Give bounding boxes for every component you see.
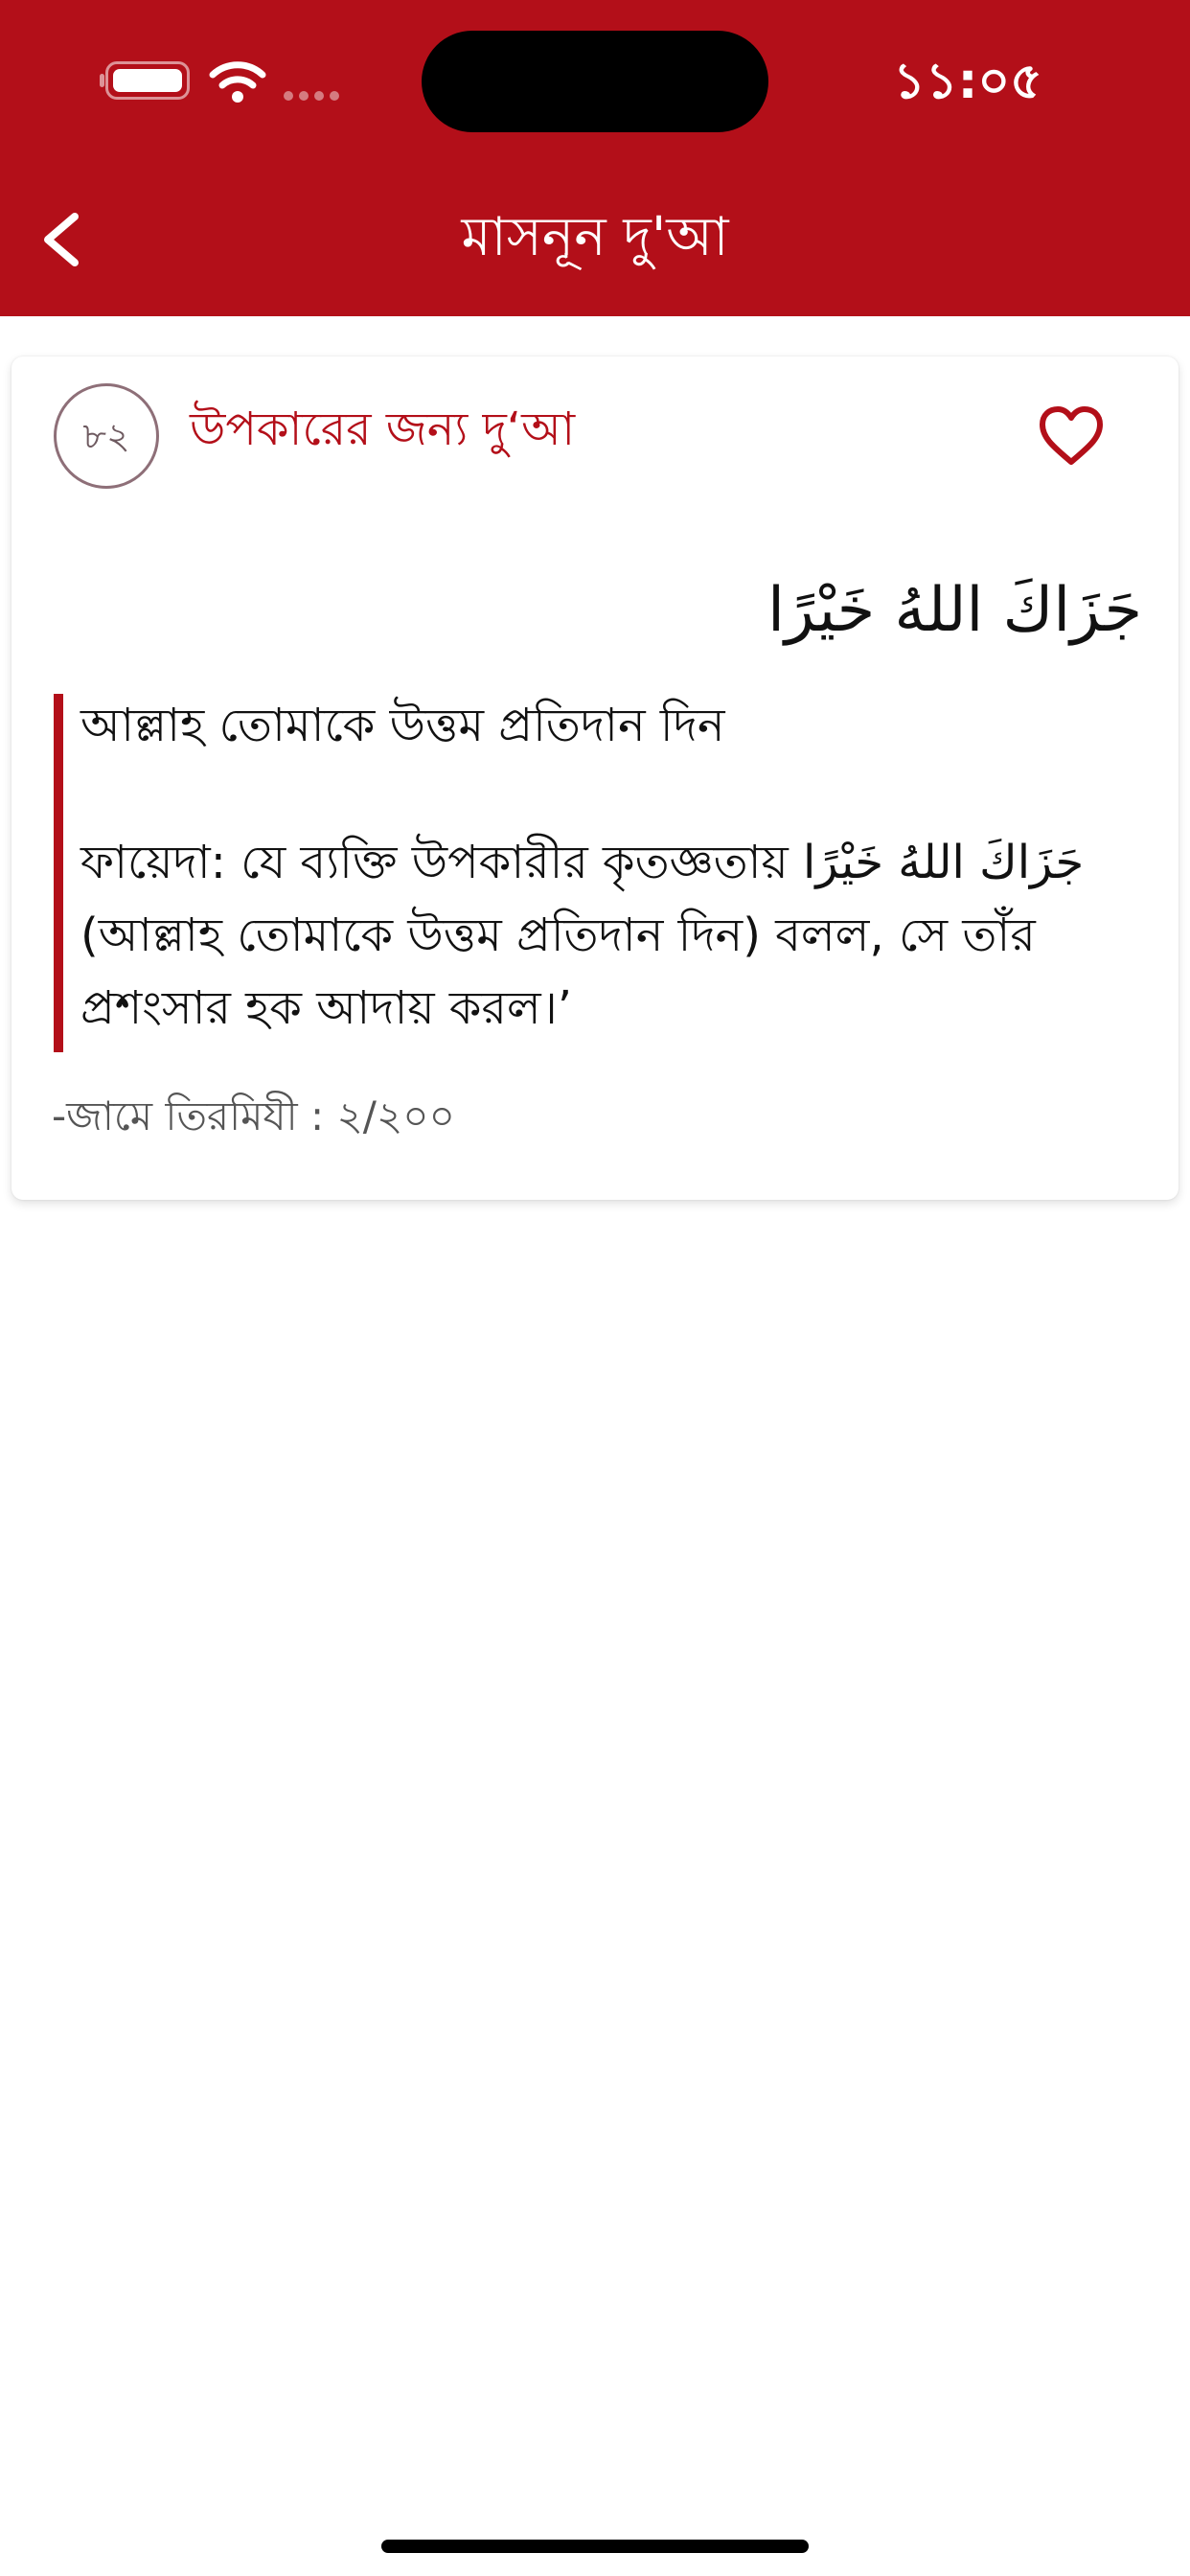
- dua-title: উপকারের জন্য দু‘আ: [190, 402, 576, 456]
- dua-arabic-text: جَزَاكَ اللهُ خَيْرًا: [767, 575, 1142, 646]
- favorite-button[interactable]: [1037, 404, 1106, 468]
- top-app-bar: ১১:০৫ মাসনূন দু'আ: [0, 0, 1190, 316]
- battery-icon: [100, 61, 190, 100]
- wifi-icon: [209, 61, 266, 103]
- dua-reference: -জামে তিরমিযী : ২/২০০: [52, 1092, 455, 1139]
- dua-number-badge: ৮২: [54, 383, 159, 489]
- dua-card: ৮২ উপকারের জন্য দু‘আ جَزَاكَ اللهُ خَيْر…: [11, 356, 1179, 1200]
- back-button[interactable]: [34, 201, 92, 278]
- benefit-prefix: ফায়েদা: যে ব্যক্তি উপকারীর কৃতজ্ঞতায়: [80, 836, 789, 889]
- dua-benefit: ফায়েদা: যে ব্যক্তি উপকারীর কৃতজ্ঞতায় ج…: [80, 826, 1154, 1056]
- benefit-arabic: جَزَاكَ اللهُ خَيْرًا: [803, 836, 1085, 889]
- dynamic-island: [422, 31, 768, 132]
- benefit-suffix: (আল্লাহ তোমাকে উত্তম প্রতিদান দিন) বলল, …: [80, 908, 1036, 1035]
- heart-outline-icon: [1040, 406, 1103, 465]
- quote-accent-bar: [54, 694, 63, 1052]
- home-indicator[interactable]: [381, 2540, 809, 2553]
- dua-translation: আল্লাহ তোমাকে উত্তম প্রতিদান দিন: [80, 699, 725, 752]
- page-title: মাসনূন দু'আ: [461, 206, 729, 268]
- signal-icon: [284, 86, 347, 101]
- status-time: ১১:০৫: [893, 53, 1042, 110]
- chevron-left-icon: [44, 213, 79, 266]
